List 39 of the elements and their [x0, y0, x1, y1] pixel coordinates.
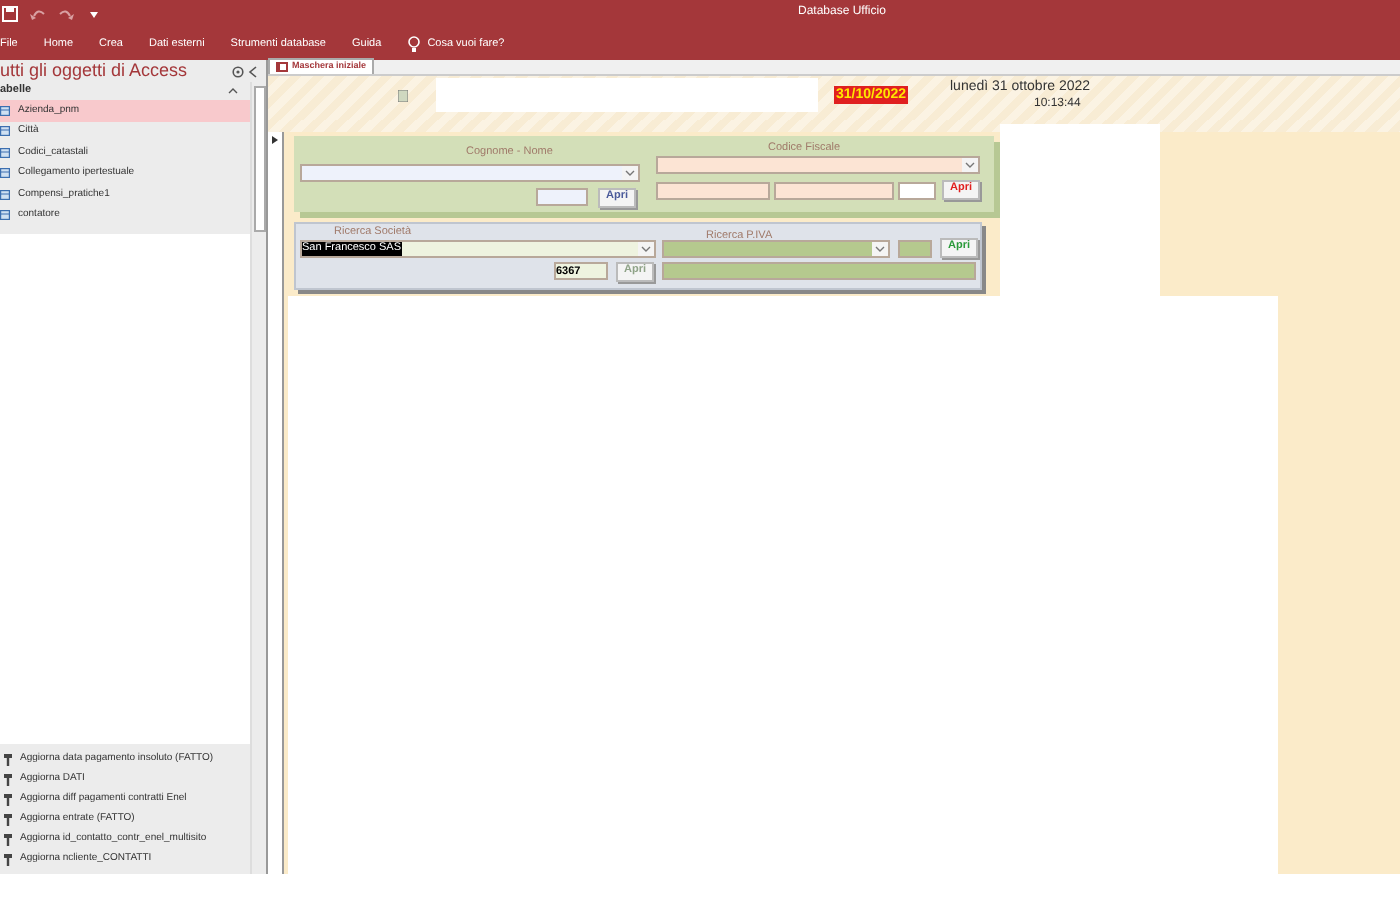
document-icon: [398, 90, 408, 102]
input-field[interactable]: [898, 182, 936, 200]
macro-icon: [4, 754, 12, 766]
input-field[interactable]: [774, 182, 894, 200]
combo-box[interactable]: [656, 156, 980, 174]
undo-icon[interactable]: [30, 7, 46, 21]
record-selector[interactable]: [268, 132, 284, 874]
dropdown-icon[interactable]: [90, 11, 98, 17]
input-field[interactable]: [898, 240, 932, 258]
dropdown-arrow-icon[interactable]: [638, 242, 654, 256]
options-icon[interactable]: [232, 65, 244, 77]
table-icon: [0, 126, 10, 137]
chevron-up-icon[interactable]: [228, 88, 238, 94]
combo-box[interactable]: [300, 164, 640, 182]
pane-title: utti gli oggetti di Access: [0, 62, 188, 80]
input-field[interactable]: [536, 188, 588, 206]
table-icon: [0, 210, 10, 221]
lightbulb-icon: [407, 36, 420, 52]
scrollbar[interactable]: [253, 86, 265, 232]
redo-icon[interactable]: [58, 7, 74, 21]
combo-box[interactable]: [662, 240, 890, 258]
table-icon: [0, 168, 10, 179]
record-pointer-icon: [272, 136, 278, 144]
macro-icon: [4, 774, 12, 786]
table-icon: [0, 189, 10, 200]
macro-icon: [4, 814, 12, 826]
dropdown-arrow-icon[interactable]: [872, 242, 888, 256]
input-field[interactable]: [656, 182, 770, 200]
macro-icon: [4, 854, 12, 866]
dropdown-arrow-icon[interactable]: [962, 158, 978, 172]
macro-icon: [4, 834, 12, 846]
input-field[interactable]: [662, 262, 976, 280]
table-icon: [0, 105, 10, 116]
save-icon[interactable]: [2, 6, 18, 22]
macro-icon: [4, 794, 12, 806]
form-icon: [276, 62, 288, 72]
collapse-icon[interactable]: [248, 65, 258, 77]
table-icon: [0, 147, 10, 158]
dropdown-arrow-icon[interactable]: [622, 166, 638, 180]
